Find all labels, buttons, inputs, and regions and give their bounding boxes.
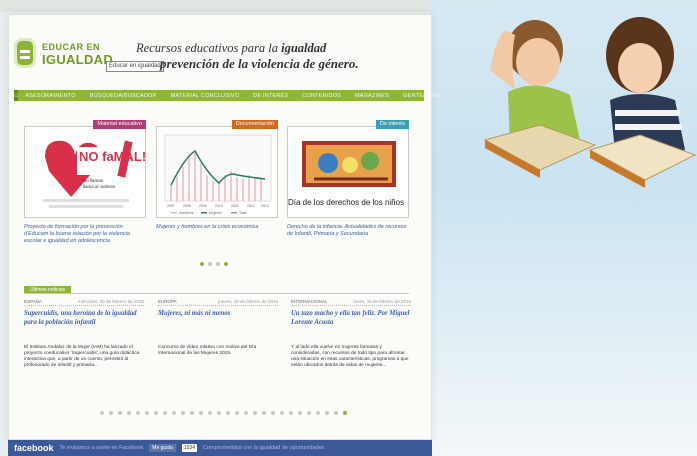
- news-page-dot[interactable]: [172, 411, 176, 415]
- news-body: Concurso de vídeo relativo con motivo de…: [158, 345, 257, 356]
- news-page-dot[interactable]: [208, 411, 212, 415]
- news-page-dot[interactable]: [316, 411, 320, 415]
- campaign-poster-image[interactable]: NO faMAL! No llamas llama al violento: [24, 126, 146, 218]
- news-page-dot[interactable]: [289, 411, 293, 415]
- carousel-dot[interactable]: [208, 262, 212, 266]
- news-body: Y al lado ella vuelve en mujeres famosas…: [291, 345, 409, 368]
- like-button[interactable]: Me gusta: [149, 444, 176, 452]
- facebook-logo[interactable]: facebook: [14, 443, 54, 453]
- news-page-dot[interactable]: [217, 411, 221, 415]
- nav-item-material[interactable]: MATERIAL CONCLUSIVO: [164, 93, 247, 99]
- news-page-dot[interactable]: [127, 411, 131, 415]
- news-page-dot[interactable]: [154, 411, 158, 415]
- news-page-dot[interactable]: [244, 411, 248, 415]
- news-item[interactable]: ESPAÑA miércoles, 20 de febrero de 2015 S…: [24, 299, 144, 369]
- poster-sub2: llama al violento: [83, 184, 116, 189]
- featured-card-material[interactable]: Material educativo NO faMAL! No llamas l…: [24, 120, 146, 245]
- news-meta: INTERNACIONAL lunes, 16 de febrero de 201…: [291, 299, 411, 306]
- chart-year: 2009: [199, 204, 207, 208]
- legend-label: Total: [239, 211, 247, 215]
- card-caption[interactable]: Derecho de la infancia. Actualidades de …: [287, 224, 409, 238]
- news-page-dot[interactable]: [145, 411, 149, 415]
- nav-item-de-interes[interactable]: DE INTERÉS: [246, 93, 295, 99]
- news-title[interactable]: Un tazo macho y ella tan feliz. Por Migu…: [291, 309, 411, 345]
- featured-card-documentacion[interactable]: Documentación 2007 2008 2009 2010 2011 2…: [156, 120, 278, 242]
- news-page-dot[interactable]: [181, 411, 185, 415]
- card-caption[interactable]: Mujeres y hombres en la crisis económica: [156, 224, 278, 231]
- carousel-pager: [200, 262, 228, 266]
- childrens-day-image[interactable]: Día de los derechos de los niños: [287, 126, 409, 218]
- facebook-tagline: Comprometidos con la igualdad de oportun…: [203, 445, 325, 451]
- carousel-dot[interactable]: [216, 262, 220, 266]
- chart-year: 2011: [231, 204, 239, 208]
- chart-year: 2008: [183, 204, 191, 208]
- nav-item-gente[interactable]: GENTE/BLOG: [396, 93, 448, 99]
- chart-year: 2012: [247, 204, 255, 208]
- chart-year: 2007: [167, 204, 175, 208]
- card-badge: Documentación: [231, 120, 278, 129]
- news-page-dot[interactable]: [298, 411, 302, 415]
- facebook-invite[interactable]: Te invitamos a unirte en Facebook: [60, 445, 144, 451]
- news-body: El Instituto Andaluz de la Mujer (IAM) h…: [24, 345, 140, 368]
- news-page-dot[interactable]: [199, 411, 203, 415]
- news-page-dot[interactable]: [109, 411, 113, 415]
- children-reading-illustration: [483, 17, 697, 188]
- tagline-line2: prevención de la violencia de género.: [160, 56, 359, 71]
- nav-item-asesoramiento[interactable]: ASESORAMIENTO: [18, 93, 82, 99]
- news-title[interactable]: Supercuidis, una heroína de la igualdad …: [24, 309, 144, 345]
- card-caption[interactable]: Proyecto de formación por la prevención …: [24, 224, 146, 245]
- card-badge: De interés: [375, 120, 409, 129]
- statistics-chart-image[interactable]: 2007 2008 2009 2010 2011 2012 2013 Hombr…: [156, 126, 278, 218]
- nav-item-busqueda[interactable]: BÚSQUEDA/BUSCADOR: [83, 93, 164, 99]
- like-count: 1034: [181, 444, 197, 452]
- news-page-dot[interactable]: [100, 411, 104, 415]
- logo-line1: EDUCAR EN: [42, 42, 101, 52]
- news-title[interactable]: Mujeres, ni más ni menos: [158, 309, 278, 345]
- news-page-dot[interactable]: [253, 411, 257, 415]
- news-meta: EUROPA jueves, 19 de febrero de 2015: [158, 299, 278, 306]
- news-page-dot[interactable]: [118, 411, 122, 415]
- nav-item-contenidos[interactable]: CONTENIDOS: [295, 93, 348, 99]
- news-meta: ESPAÑA miércoles, 20 de febrero de 2015: [24, 299, 144, 306]
- news-page-dot[interactable]: [280, 411, 284, 415]
- carousel-dot[interactable]: [224, 262, 228, 266]
- legend-label: Mujeres: [209, 211, 222, 215]
- news-item[interactable]: EUROPA jueves, 19 de febrero de 2015 Muje…: [158, 299, 278, 357]
- news-page-dot[interactable]: [262, 411, 266, 415]
- poster-sub1: No llamas: [83, 178, 104, 183]
- news-page-dot[interactable]: [271, 411, 275, 415]
- logo-line2: IGUALDAD: [42, 52, 114, 67]
- main-nav: ⌂ ASESORAMIENTO BÚSQUEDA/BUSCADOR MATERI…: [14, 90, 441, 101]
- news-page-dot[interactable]: [226, 411, 230, 415]
- chart-year: 2013: [261, 204, 269, 208]
- featured-card-de-interes[interactable]: De interés Día de los derechos de los ni…: [287, 120, 409, 242]
- news-page-dot[interactable]: [334, 411, 338, 415]
- news-pager: [100, 411, 347, 415]
- legend-label: Hombres: [179, 211, 193, 215]
- poster-title: NO faMAL!: [79, 149, 146, 164]
- news-page-dot[interactable]: [235, 411, 239, 415]
- news-page-dot[interactable]: [136, 411, 140, 415]
- tagline-line1: Recursos educativos para la igualdad: [136, 41, 327, 55]
- logo-icon[interactable]: [14, 38, 36, 68]
- card-badge: Material educativo: [93, 120, 146, 129]
- news-page-dot[interactable]: [190, 411, 194, 415]
- news-page-dot[interactable]: [307, 411, 311, 415]
- news-page-dot[interactable]: [163, 411, 167, 415]
- carousel-dot[interactable]: [200, 262, 204, 266]
- image-caption: Día de los derechos de los niños: [288, 198, 404, 207]
- news-divider: [24, 293, 409, 294]
- news-page-dot[interactable]: [343, 411, 347, 415]
- chart-year: 2010: [215, 204, 223, 208]
- nav-item-magazines[interactable]: MAGAZINES: [348, 93, 396, 99]
- facebook-bar: facebook Te invitamos a unirte en Facebo…: [8, 440, 432, 456]
- news-page-dot[interactable]: [325, 411, 329, 415]
- logo-tooltip: Educar en igualdad: [106, 61, 164, 72]
- news-item[interactable]: INTERNACIONAL lunes, 16 de febrero de 201…: [291, 299, 411, 369]
